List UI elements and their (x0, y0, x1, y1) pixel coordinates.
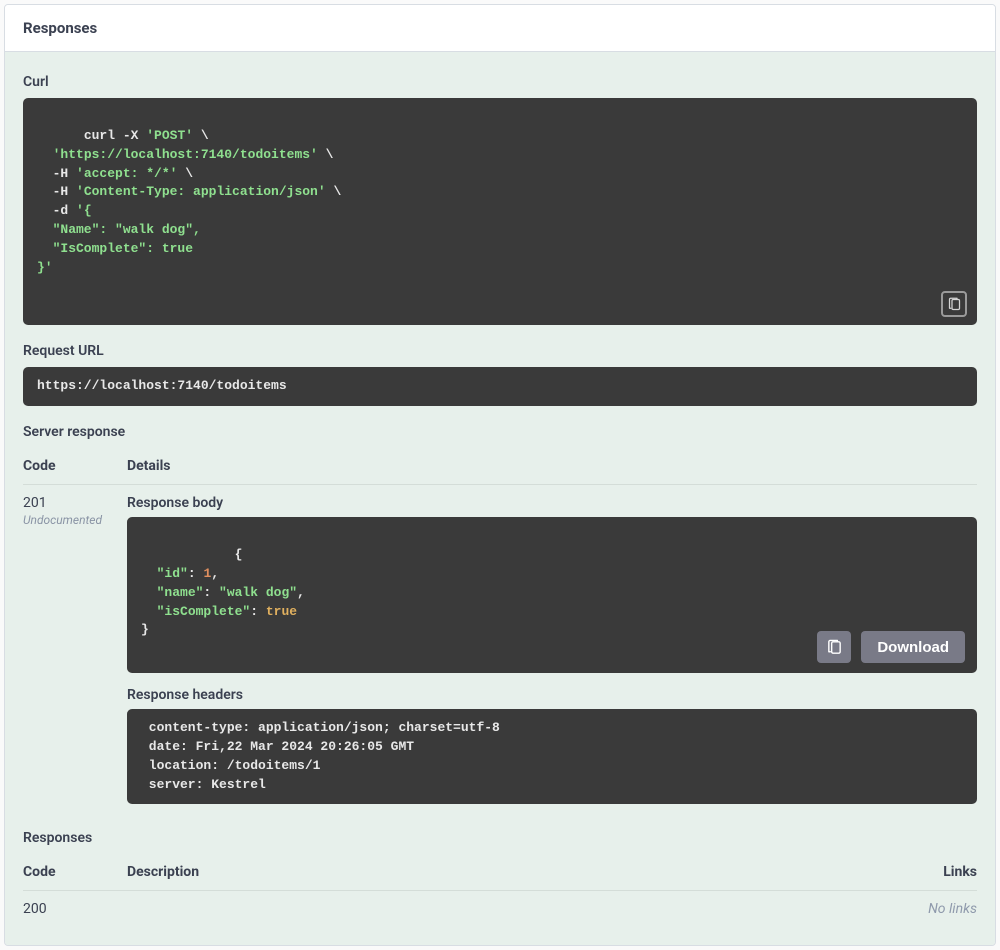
server-response-header-row: Code Details (23, 448, 977, 485)
server-response-row: 201 Undocumented Response body { "id": 1… (23, 485, 977, 814)
column-links-label: Links (897, 864, 977, 880)
column-details-label: Details (127, 458, 977, 474)
curl-label: Curl (23, 74, 977, 90)
response-details: Response body { "id": 1, "name": "walk d… (127, 495, 977, 804)
request-url-label: Request URL (23, 343, 977, 359)
response-body-text: { "id": 1, "name": "walk dog", "isComple… (141, 547, 305, 637)
column-code-label: Code (23, 458, 119, 474)
documented-links: No links (897, 901, 977, 917)
response-body-label: Response body (127, 495, 977, 511)
copy-response-button[interactable] (817, 631, 851, 663)
curl-command-text: curl -X 'POST' \ 'https://localhost:7140… (37, 128, 341, 275)
response-headers-label: Response headers (127, 687, 977, 703)
column-description-label: Description (127, 864, 889, 880)
response-code-cell: 201 Undocumented (23, 495, 119, 527)
documented-responses-label: Responses (23, 830, 977, 846)
clipboard-icon (826, 639, 843, 656)
undocumented-label: Undocumented (23, 513, 119, 527)
response-code: 201 (23, 495, 47, 511)
responses-header: Responses (5, 5, 995, 52)
documented-header-row: Code Description Links (23, 854, 977, 891)
request-url-block: https://localhost:7140/todoitems (23, 367, 977, 406)
server-response-label: Server response (23, 424, 977, 440)
documented-row: 200 No links (23, 891, 977, 927)
curl-command-block: curl -X 'POST' \ 'https://localhost:7140… (23, 98, 977, 325)
response-headers-block: content-type: application/json; charset=… (127, 709, 977, 804)
clipboard-icon (947, 297, 962, 312)
download-button[interactable]: Download (861, 631, 965, 663)
documented-code: 200 (23, 901, 119, 917)
copy-curl-button[interactable] (941, 291, 967, 317)
column-code-label: Code (23, 864, 119, 880)
